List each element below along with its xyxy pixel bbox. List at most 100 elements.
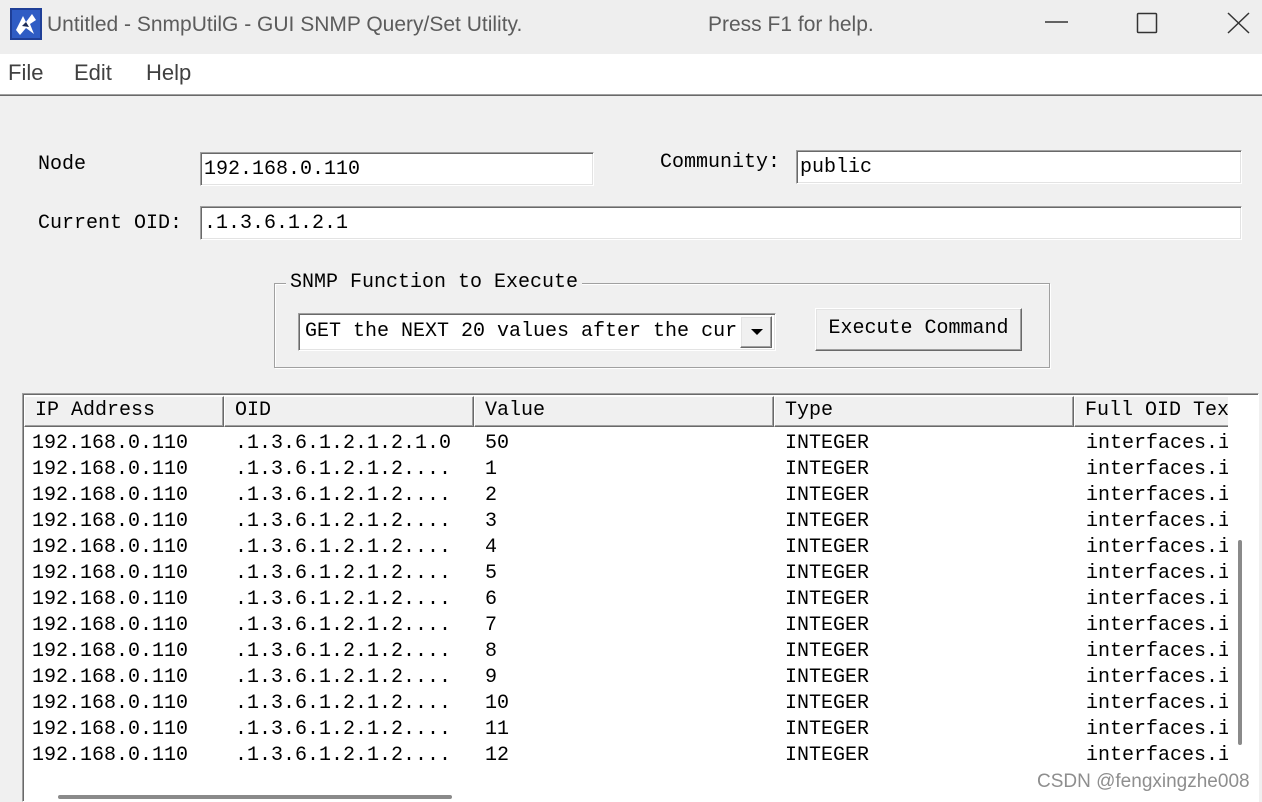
minimize-icon <box>1045 21 1068 23</box>
close-button[interactable] <box>1216 0 1262 46</box>
cell-value: 3 <box>485 510 498 533</box>
cell-full-oid-text: interfaces.i <box>1086 510 1228 533</box>
horizontal-scrollbar-thumb[interactable] <box>58 795 452 799</box>
cell-oid: .1.3.6.1.2.1.2.... <box>235 614 452 637</box>
cell-oid: .1.3.6.1.2.1.2.... <box>235 458 452 481</box>
window-title: Untitled - SnmpUtilG - GUI SNMP Query/Se… <box>47 13 523 36</box>
table-row[interactable]: 192.168.0.110 .1.3.6.1.2.1.2.1.0 50 INTEGER… <box>24 431 1228 457</box>
cell-value: 12 <box>485 744 510 767</box>
cell-type: INTEGER <box>785 432 870 455</box>
cell-value: 10 <box>485 692 510 715</box>
cell-ip-address: 192.168.0.110 <box>32 562 189 585</box>
cell-full-oid-text: interfaces.i <box>1086 718 1228 741</box>
table-row[interactable]: 192.168.0.110 .1.3.6.1.2.1.2.... 3 INTEGER i… <box>24 509 1228 535</box>
title-bar[interactable]: Untitled - SnmpUtilG - GUI SNMP Query/Se… <box>0 0 1262 54</box>
table-row[interactable]: 192.168.0.110 .1.3.6.1.2.1.2.... 2 INTEGER i… <box>24 483 1228 509</box>
cell-type: INTEGER <box>785 536 870 559</box>
cell-oid: .1.3.6.1.2.1.2.... <box>235 510 452 533</box>
column-header-ip-address[interactable]: IP Address <box>24 396 224 427</box>
current-oid-label: Current OID: <box>38 212 183 235</box>
cell-oid: .1.3.6.1.2.1.2.... <box>235 744 452 767</box>
cell-value: 7 <box>485 614 498 637</box>
menu-edit[interactable]: Edit <box>74 58 112 88</box>
cell-oid: .1.3.6.1.2.1.2.... <box>235 536 452 559</box>
menu-help[interactable]: Help <box>146 58 191 88</box>
app-icon <box>10 8 42 40</box>
cell-type: INTEGER <box>785 510 870 533</box>
results-list[interactable]: IP Address OID Value Type Full OID Tex 1… <box>22 393 1259 802</box>
cell-type: INTEGER <box>785 588 870 611</box>
column-header-oid[interactable]: OID <box>224 396 474 427</box>
cell-oid: .1.3.6.1.2.1.2.... <box>235 718 452 741</box>
cell-oid: .1.3.6.1.2.1.2.... <box>235 692 452 715</box>
table-row[interactable]: 192.168.0.110 .1.3.6.1.2.1.2.... 9 INTEGER i… <box>24 665 1228 691</box>
cell-type: INTEGER <box>785 718 870 741</box>
cell-type: INTEGER <box>785 692 870 715</box>
cell-ip-address: 192.168.0.110 <box>32 640 189 663</box>
cell-oid: .1.3.6.1.2.1.2.... <box>235 562 452 585</box>
cell-value: 6 <box>485 588 498 611</box>
chevron-down-icon <box>751 329 763 335</box>
snmp-function-select[interactable]: GET the NEXT 20 values after the cur <box>298 313 776 351</box>
column-header-full-oid-text[interactable]: Full OID Tex <box>1074 396 1228 427</box>
cell-value: 2 <box>485 484 498 507</box>
current-oid-input[interactable] <box>200 206 1242 240</box>
cell-ip-address: 192.168.0.110 <box>32 744 189 767</box>
table-row[interactable]: 192.168.0.110 .1.3.6.1.2.1.2.... 1 INTEGER i… <box>24 457 1228 483</box>
cell-value: 8 <box>485 640 498 663</box>
table-row[interactable]: 192.168.0.110 .1.3.6.1.2.1.2.... 7 INTEGER i… <box>24 613 1228 639</box>
table-row[interactable]: 192.168.0.110 .1.3.6.1.2.1.2.... 4 INTEGER i… <box>24 535 1228 561</box>
cell-full-oid-text: interfaces.i <box>1086 562 1228 585</box>
table-row[interactable]: 192.168.0.110 .1.3.6.1.2.1.2.... 5 INTEGER i… <box>24 561 1228 587</box>
node-input[interactable] <box>200 152 594 186</box>
menu-bar: File Edit Help <box>0 54 1262 94</box>
cell-full-oid-text: interfaces.i <box>1086 588 1228 611</box>
cell-type: INTEGER <box>785 640 870 663</box>
cell-ip-address: 192.168.0.110 <box>32 510 189 533</box>
cell-full-oid-text: interfaces.i <box>1086 692 1228 715</box>
execute-command-button[interactable]: Execute Command <box>815 308 1022 351</box>
help-hint: Press F1 for help. <box>708 13 874 36</box>
table-row[interactable]: 192.168.0.110 .1.3.6.1.2.1.2.... 11 INTEGER… <box>24 717 1228 743</box>
cell-ip-address: 192.168.0.110 <box>32 458 189 481</box>
cell-oid: .1.3.6.1.2.1.2.... <box>235 640 452 663</box>
cell-type: INTEGER <box>785 458 870 481</box>
cell-full-oid-text: interfaces.i <box>1086 744 1228 767</box>
client-edge-inner <box>0 95 1262 96</box>
cell-type: INTEGER <box>785 562 870 585</box>
cell-type: INTEGER <box>785 666 870 689</box>
column-header-type[interactable]: Type <box>774 396 1074 427</box>
table-row[interactable]: 192.168.0.110 .1.3.6.1.2.1.2.... 6 INTEGER i… <box>24 587 1228 613</box>
cell-ip-address: 192.168.0.110 <box>32 614 189 637</box>
cell-ip-address: 192.168.0.110 <box>32 666 189 689</box>
minimize-button[interactable] <box>1034 0 1080 46</box>
cell-full-oid-text: interfaces.i <box>1086 666 1228 689</box>
cell-value: 11 <box>485 718 510 741</box>
community-label: Community: <box>660 151 781 174</box>
cell-value: 1 <box>485 458 498 481</box>
dropdown-button[interactable] <box>740 316 772 348</box>
menu-file[interactable]: File <box>8 58 43 88</box>
community-input[interactable] <box>796 150 1242 184</box>
cell-type: INTEGER <box>785 484 870 507</box>
close-icon <box>1227 12 1250 34</box>
node-label: Node <box>38 153 87 176</box>
cell-full-oid-text: interfaces.i <box>1086 536 1228 559</box>
table-row[interactable]: 192.168.0.110 .1.3.6.1.2.1.2.... 8 INTEGER i… <box>24 639 1228 665</box>
snmp-function-selected-text: GET the NEXT 20 values after the cur <box>305 320 738 343</box>
watermark: CSDN @fengxingzhe008 <box>1037 771 1250 792</box>
table-row[interactable]: 192.168.0.110 .1.3.6.1.2.1.2.... 12 INTEGER… <box>24 743 1228 769</box>
vertical-scrollbar-thumb[interactable] <box>1238 540 1242 745</box>
cell-full-oid-text: interfaces.i <box>1086 458 1228 481</box>
cell-full-oid-text: interfaces.i <box>1086 432 1228 455</box>
cell-value: 50 <box>485 432 510 455</box>
cell-full-oid-text: interfaces.i <box>1086 484 1228 507</box>
cell-ip-address: 192.168.0.110 <box>32 432 189 455</box>
column-header-value[interactable]: Value <box>474 396 774 427</box>
cell-full-oid-text: interfaces.i <box>1086 614 1228 637</box>
cell-ip-address: 192.168.0.110 <box>32 692 189 715</box>
cell-value: 9 <box>485 666 498 689</box>
maximize-button[interactable] <box>1124 0 1170 46</box>
snmp-function-legend: SNMP Function to Execute <box>286 271 583 295</box>
table-row[interactable]: 192.168.0.110 .1.3.6.1.2.1.2.... 10 INTEGER… <box>24 691 1228 717</box>
